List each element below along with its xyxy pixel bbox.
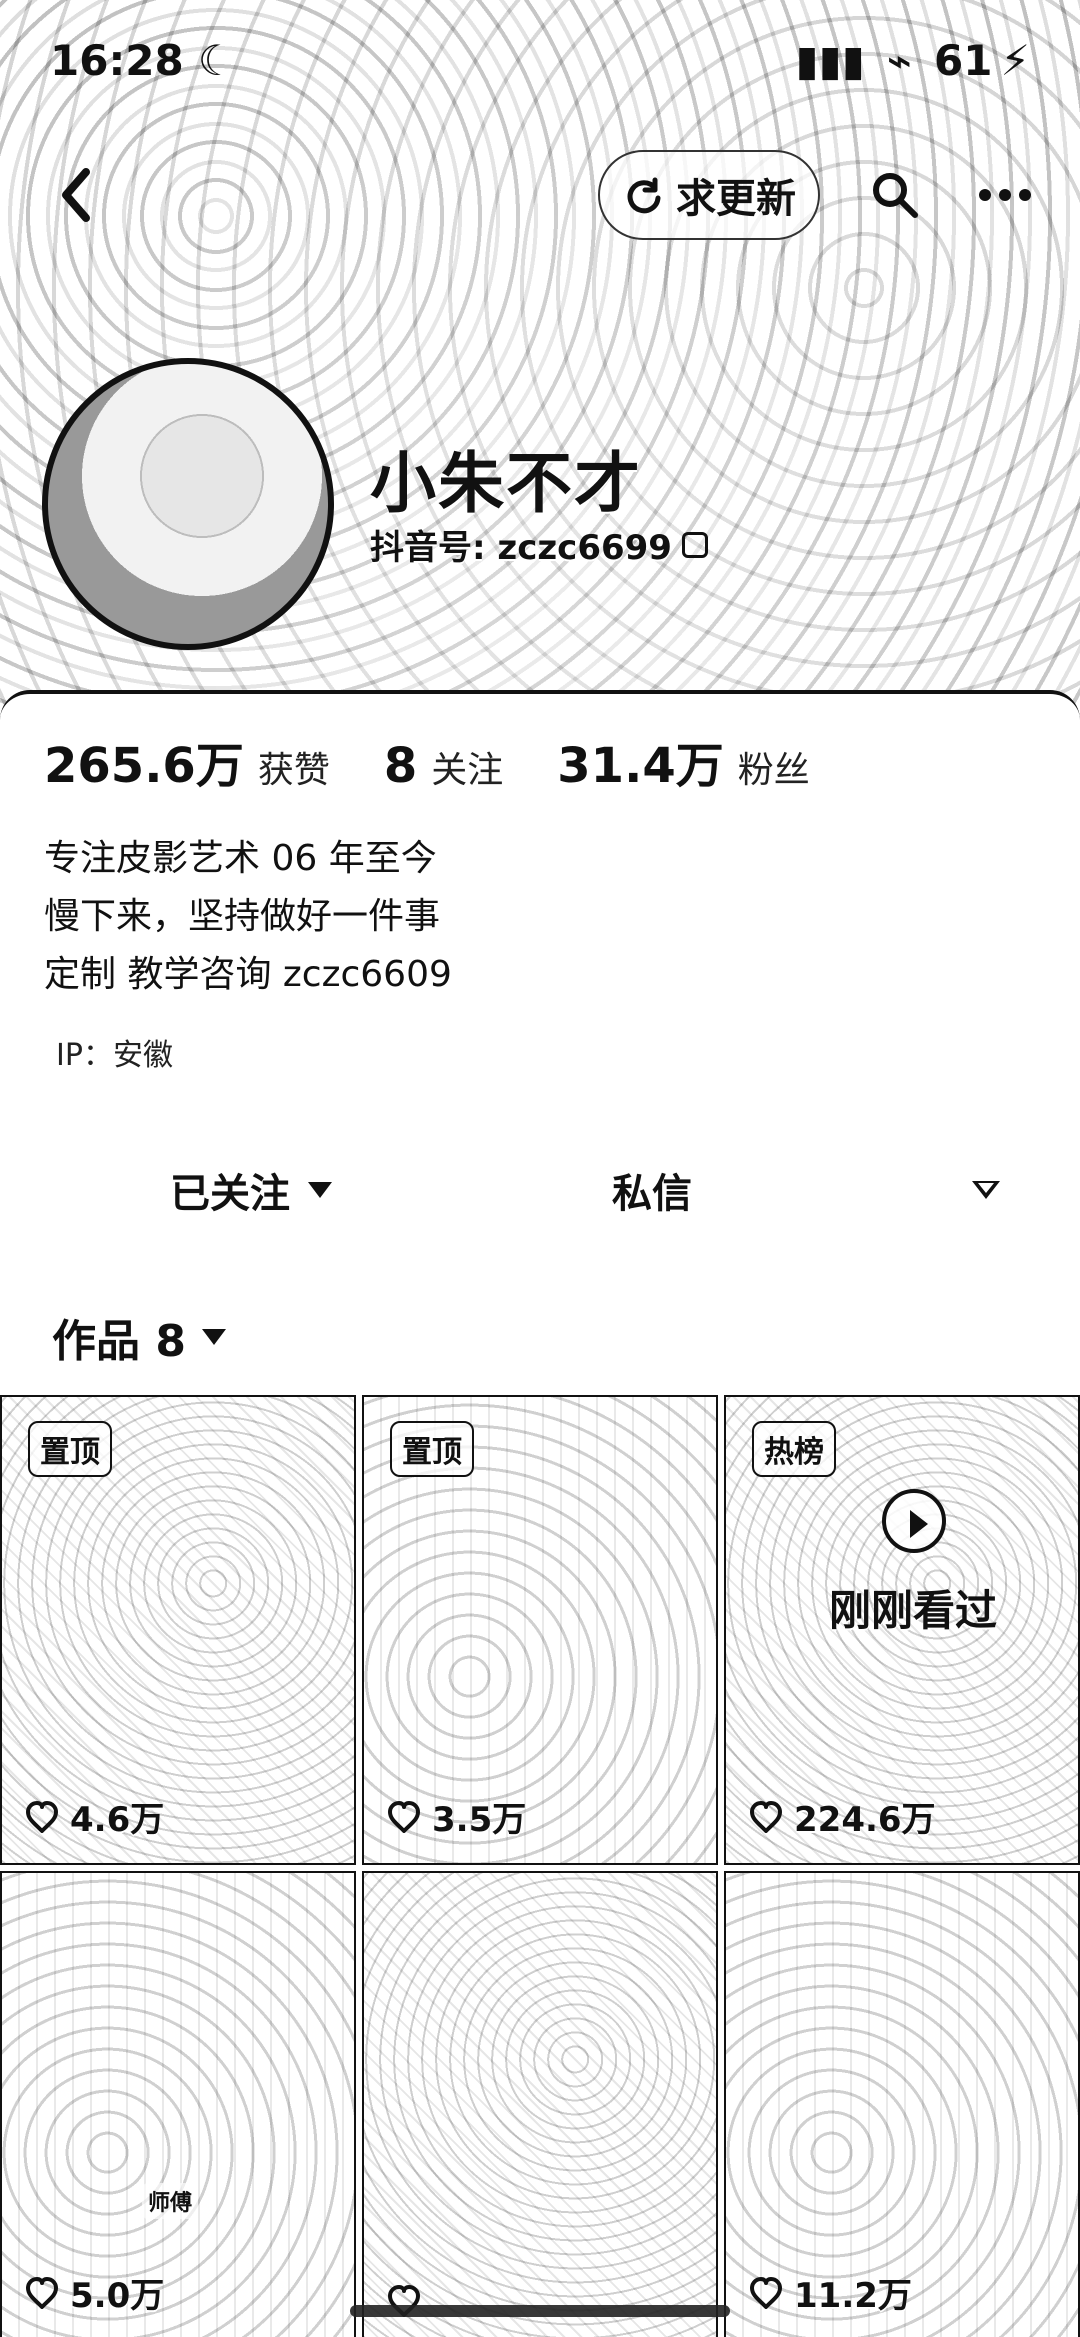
more-icon [975, 185, 1035, 205]
heart-icon [24, 1800, 60, 1833]
status-time: 16:28 [50, 35, 184, 85]
copy-icon[interactable] [681, 531, 708, 558]
heart-icon [386, 1800, 422, 1833]
works-tab[interactable]: 作品 8 [52, 1305, 226, 1369]
work-tile-2[interactable]: 置顶 3.5万 [362, 1395, 718, 1865]
bio-line-2: 慢下来，坚持做好一件事 [44, 896, 441, 937]
refresh-icon [622, 174, 664, 216]
douyin-id: 抖音号: zczc6699 [370, 528, 672, 568]
top-bar-actions: 求更新 [598, 150, 1040, 240]
likes-label: 获赞 [257, 750, 330, 791]
chevron-down-icon [972, 1181, 1000, 1199]
more-actions-dropdown[interactable] [972, 1181, 1000, 1199]
heart-icon [24, 2276, 60, 2309]
search-button[interactable] [860, 160, 930, 230]
pinned-badge: 置顶 [390, 1421, 474, 1477]
battery-level: 61 [934, 35, 993, 85]
status-left: 16:28 ☾ [50, 36, 235, 85]
following-stat[interactable]: 8 关注 [384, 738, 503, 794]
bio-line-3: 定制 教学咨询 zczc6609 [44, 954, 452, 995]
profile-screen: 16:28 ☾ ▮▮▮ ⌁ 61 ⚡ 求更新 小朱不才 抖音号: zczc669… [0, 0, 1080, 2337]
thumbnail-caption: 师傅 [142, 2183, 199, 2219]
home-indicator[interactable] [350, 2305, 730, 2317]
work-tile-5[interactable] [362, 1871, 718, 2337]
likes-stat[interactable]: 265.6万 获赞 [44, 726, 330, 796]
following-count: 8 [383, 738, 418, 794]
likes-count: 4.6万 [24, 1792, 164, 1841]
heart-icon [748, 1800, 784, 1833]
charging-icon: ⚡ [1000, 35, 1031, 85]
pinned-badge: 置顶 [28, 1421, 112, 1477]
bio-line-1: 专注皮影艺术 06 年至今 [44, 838, 437, 879]
works-grid: 置顶 4.6万 置顶 3.5万 热榜 刚刚看过 224.6万 师傅 5.0万 1… [0, 1395, 1080, 2337]
likes-count: 265.6万 [44, 738, 244, 794]
message-button-label: 私信 [612, 1171, 692, 1217]
back-button[interactable] [40, 160, 110, 230]
work-tile-6[interactable]: 11.2万 [724, 1871, 1080, 2337]
profile-stats: 265.6万 获赞 8 关注 31.4万 粉丝 [44, 726, 840, 796]
likes-count: 11.2万 [748, 2268, 912, 2317]
profile-actions: 已关注 私信 [0, 1150, 1080, 1230]
message-button[interactable]: 私信 [612, 1161, 692, 1219]
trending-badge: 热榜 [752, 1421, 836, 1477]
request-update-label: 求更新 [676, 176, 796, 222]
top-bar: 求更新 [0, 150, 1080, 240]
works-tab-label: 作品 8 [52, 1316, 186, 1367]
more-button[interactable] [970, 160, 1040, 230]
moon-icon: ☾ [197, 35, 236, 85]
followers-label: 粉丝 [737, 750, 810, 791]
profile-name: 小朱不才 [370, 445, 642, 522]
likes-value: 11.2万 [794, 2276, 912, 2316]
following-label: 关注 [431, 750, 504, 791]
back-icon [58, 168, 92, 222]
work-tile-1[interactable]: 置顶 4.6万 [0, 1395, 356, 1865]
likes-count: 224.6万 [748, 1792, 936, 1841]
work-tile-3[interactable]: 热榜 刚刚看过 224.6万 [724, 1395, 1080, 1865]
likes-value: 224.6万 [794, 1800, 936, 1840]
avatar[interactable] [42, 358, 334, 650]
heart-icon [748, 2276, 784, 2309]
battery-icon: 61 ⚡ [934, 36, 1030, 85]
likes-count: 5.0万 [24, 2268, 164, 2317]
wifi-icon: ⌁ [886, 35, 913, 85]
followers-stat[interactable]: 31.4万 粉丝 [557, 726, 809, 796]
signal-icon: ▮▮▮ [795, 35, 865, 85]
play-icon [882, 1489, 946, 1553]
likes-value: 3.5万 [432, 1800, 527, 1840]
likes-count: 3.5万 [386, 1792, 526, 1841]
following-button[interactable]: 已关注 [170, 1161, 332, 1219]
status-bar: 16:28 ☾ ▮▮▮ ⌁ 61 ⚡ [0, 0, 1080, 120]
chevron-down-icon [308, 1182, 332, 1198]
chevron-down-icon [201, 1329, 226, 1345]
profile-handle: 抖音号: zczc6699 [370, 520, 708, 569]
profile-bio: 专注皮影艺术 06 年至今 慢下来，坚持做好一件事 定制 教学咨询 zczc66… [44, 830, 452, 1004]
following-button-label: 已关注 [170, 1171, 290, 1217]
work-tile-4[interactable]: 师傅 5.0万 [0, 1871, 356, 2337]
followers-count: 31.4万 [557, 738, 724, 794]
likes-value: 5.0万 [70, 2276, 165, 2316]
likes-value: 4.6万 [70, 1800, 165, 1840]
work-thumbnail [364, 1873, 716, 2337]
status-right: ▮▮▮ ⌁ 61 ⚡ [795, 36, 1030, 85]
recently-viewed-overlay: 刚刚看过 [828, 1586, 997, 1635]
request-update-button[interactable]: 求更新 [598, 150, 820, 240]
search-icon [868, 168, 922, 222]
ip-location: IP：安徽 [56, 1038, 173, 1073]
